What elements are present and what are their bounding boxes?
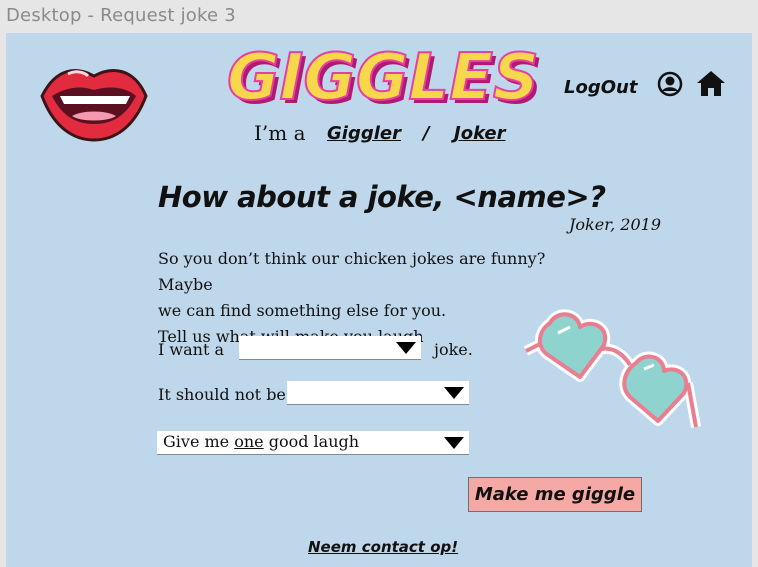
logout-link[interactable]: LogOut (564, 77, 637, 98)
page-heading: How about a joke, <name>? (158, 180, 606, 214)
want-suffix: joke. (434, 340, 473, 359)
home-icon[interactable] (696, 69, 726, 97)
chevron-down-icon (396, 342, 416, 354)
page-canvas: GIGGLES GIGGLES LogOut I’m a Giggler / J… (6, 33, 752, 567)
intro-line: So you don’t think our chicken jokes are… (158, 249, 546, 294)
not-label: It should not be (158, 385, 286, 404)
role-giggler-link[interactable]: Giggler (327, 123, 401, 144)
chevron-down-icon (444, 437, 464, 449)
exclude-select[interactable] (287, 381, 469, 405)
lips-icon (38, 56, 150, 144)
laugh-text-part: Give me (163, 432, 235, 451)
role-joker-link[interactable]: Joker (454, 123, 505, 144)
contact-link[interactable]: Neem contact op! (308, 538, 458, 556)
role-separator: / (423, 123, 430, 144)
laugh-count-select[interactable]: Give me one good laugh (157, 431, 469, 455)
want-label: I want a (158, 340, 224, 359)
laugh-count-value: Give me one good laugh (163, 432, 359, 451)
frame-title: Desktop - Request joke 3 (6, 5, 236, 26)
chevron-down-icon (444, 387, 464, 399)
make-me-giggle-button[interactable]: Make me giggle (468, 477, 642, 512)
giggles-logo[interactable]: GIGGLES GIGGLES (226, 37, 543, 119)
role-prefix: I’m a (254, 121, 306, 145)
logo-text: GIGGLES (227, 41, 539, 115)
laugh-text-emphasis: one (234, 432, 264, 451)
heart-glasses-icon (518, 303, 708, 443)
laugh-text-part: good laugh (263, 432, 360, 451)
joke-type-select[interactable] (239, 336, 421, 360)
quote-source: Joker, 2019 (569, 215, 661, 234)
user-icon[interactable] (657, 71, 683, 97)
